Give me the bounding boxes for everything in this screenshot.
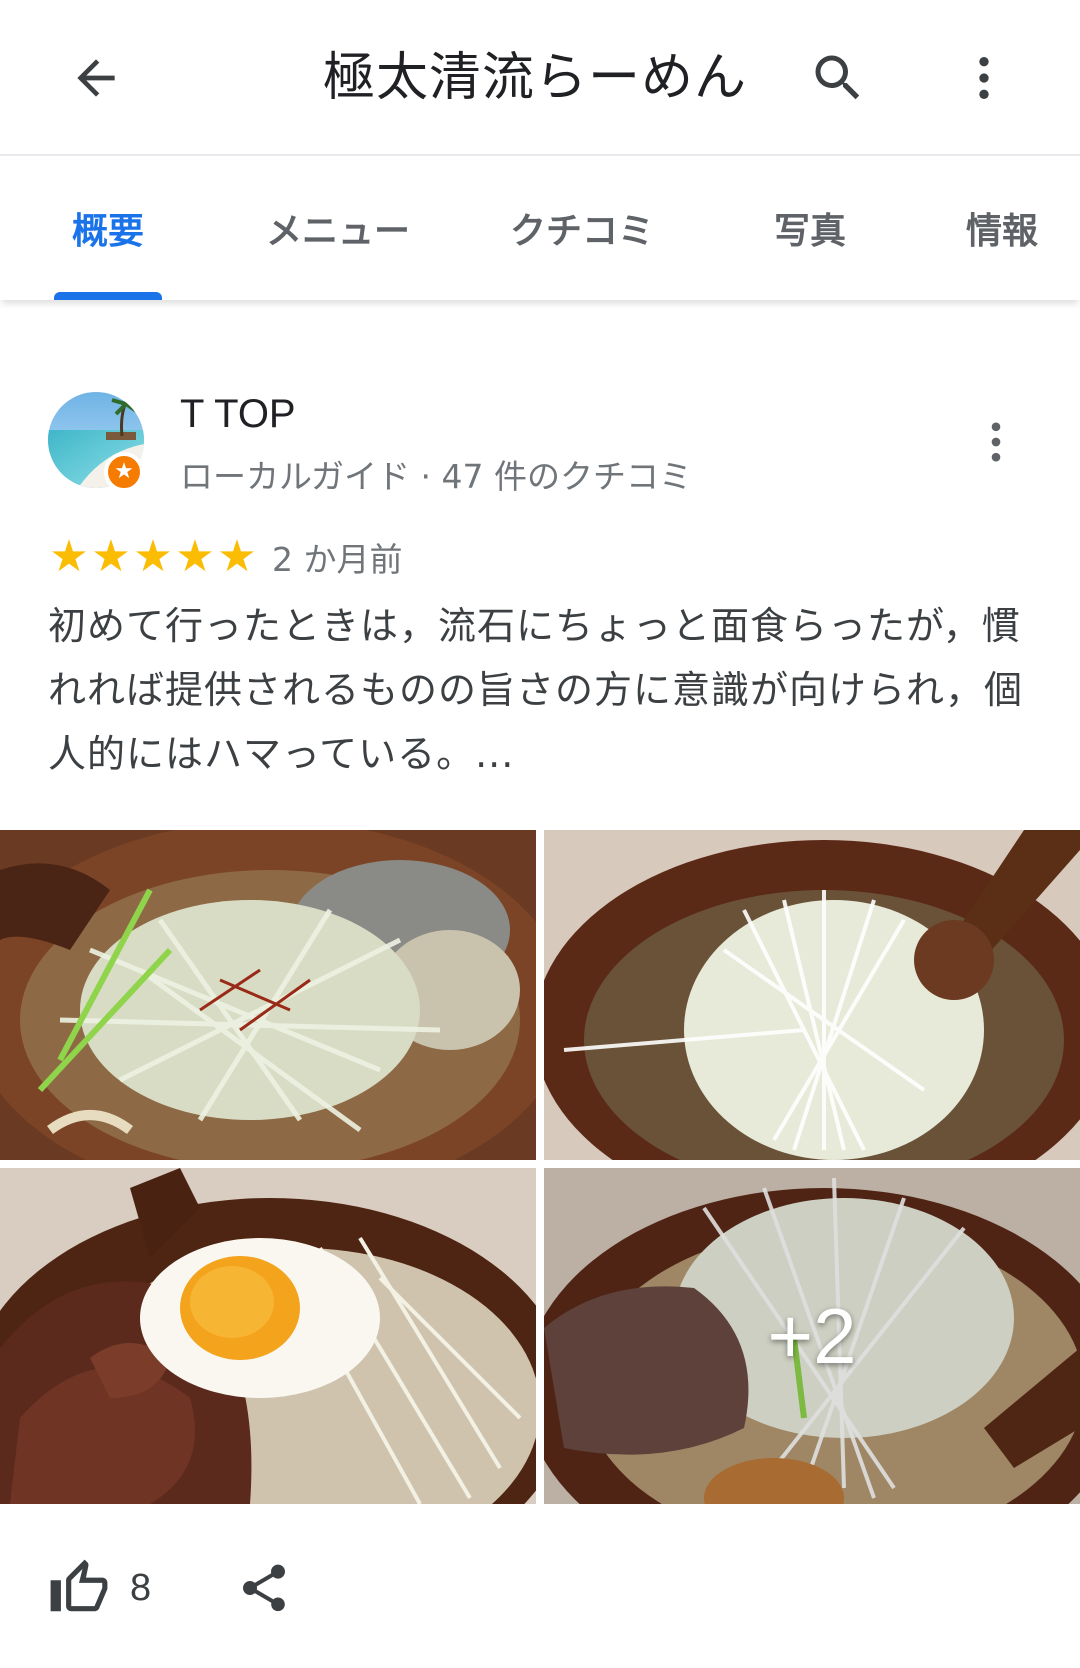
place-title: 極太清流らーめん (322, 48, 747, 108)
local-guide-badge-icon: ★ (104, 452, 144, 492)
more-photos-count: +2 (544, 1168, 1080, 1504)
star-rating: ★ ★ ★ ★ ★ (48, 535, 258, 579)
like-button[interactable]: 8 (48, 1548, 151, 1628)
tab-photos[interactable]: 写真 (744, 156, 876, 300)
star-icon: ★ (133, 531, 173, 582)
tab-info[interactable]: 情報 (966, 156, 1080, 300)
star-icon: ★ (49, 531, 89, 582)
review-more-options-button[interactable] (948, 394, 1044, 490)
search-icon (815, 55, 860, 100)
share-button[interactable] (224, 1548, 304, 1628)
share-icon (243, 1564, 285, 1612)
reviewer-name[interactable]: T TOP (180, 392, 296, 437)
more-vert-icon (979, 57, 989, 99)
review-photo-2[interactable] (544, 830, 1080, 1160)
tab-menu[interactable]: メニュー (252, 156, 424, 300)
search-button[interactable] (790, 30, 886, 126)
review-text[interactable]: 初めて行ったときは，流石にちょっと面食らったが，慣れれば提供されるものの旨さの方… (48, 594, 1038, 786)
active-tab-indicator (54, 292, 162, 300)
review-photo-1[interactable] (0, 830, 536, 1160)
rating-row: ★ ★ ★ ★ ★ 2 か月前 (48, 534, 403, 580)
more-options-button[interactable] (936, 30, 1032, 126)
app-bar: 極太清流らーめん (0, 0, 1080, 156)
more-vert-icon (991, 422, 1001, 462)
reviewer-meta: ローカルガイド · 47 件のクチコミ (180, 457, 692, 496)
tab-overview[interactable]: 概要 (40, 156, 176, 300)
review-photo-3[interactable] (0, 1168, 536, 1504)
tab-reviews[interactable]: クチコミ (498, 156, 666, 300)
back-button[interactable] (48, 30, 144, 126)
review-photo-4[interactable]: +2 (544, 1168, 1080, 1504)
arrow-back-icon (77, 59, 115, 97)
thumb-up-icon (50, 1559, 108, 1612)
like-count: 8 (130, 1566, 152, 1609)
star-icon: ★ (91, 531, 131, 582)
review-date: 2 か月前 (272, 540, 403, 579)
star-icon: ★ (175, 531, 215, 582)
star-icon: ★ (217, 531, 257, 582)
place-tabs: 概要 メニュー クチコミ 写真 情報 (0, 156, 1080, 300)
